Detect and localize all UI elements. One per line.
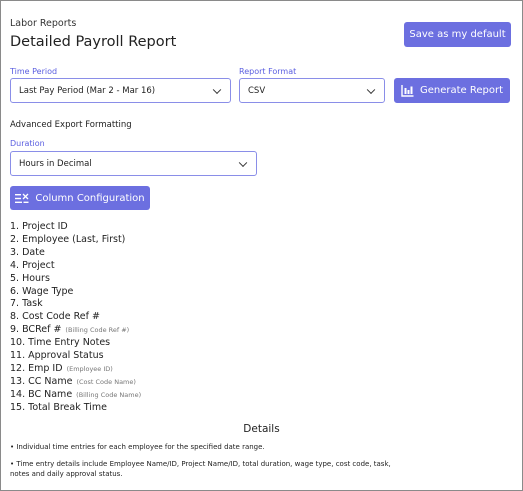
list-item: 4. Project	[10, 259, 55, 271]
chevron-down-icon	[366, 85, 376, 94]
duration-value: Hours in Decimal	[19, 158, 92, 169]
time-period-value: Last Pay Period (Mar 2 - Mar 16)	[19, 85, 156, 96]
details-bullet: • Individual time entries for each emplo…	[10, 443, 265, 451]
save-as-default-label: Save as my default	[409, 29, 506, 40]
list-item: 11. Approval Status	[10, 350, 104, 362]
list-item: 8. Cost Code Ref #	[10, 311, 100, 323]
list-item: 13. CC Name (Cost Code Name)	[10, 375, 136, 387]
list-item: 14. BC Name (Billing Code Name)	[10, 388, 142, 400]
list-item: 12. Emp ID (Employee ID)	[10, 362, 113, 374]
list-item: 9. BCRef # (Billing Code Ref #)	[10, 324, 130, 336]
breadcrumb: Labor Reports	[10, 18, 77, 29]
generate-report-label: Generate Report	[419, 85, 504, 96]
column-list: 1. Project ID 2. Employee (Last, First) …	[10, 221, 141, 415]
chevron-down-icon	[212, 85, 222, 94]
time-period-select[interactable]: Last Pay Period (Mar 2 - Mar 16)	[10, 78, 231, 103]
report-format-select[interactable]: CSV	[239, 78, 385, 103]
page-title: Detailed Payroll Report	[10, 34, 177, 50]
list-item: 10. Time Entry Notes	[10, 337, 111, 349]
chevron-down-icon	[238, 158, 248, 167]
duration-label: Duration	[10, 139, 45, 148]
save-as-default-button[interactable]: Save as my default	[404, 22, 511, 47]
generate-report-button[interactable]: Generate Report	[394, 78, 510, 103]
column-configuration-label: Column Configuration	[35, 192, 145, 204]
report-format-label: Report Format	[239, 67, 297, 76]
advanced-export-heading: Advanced Export Formatting	[10, 120, 132, 130]
column-settings-icon	[15, 193, 29, 203]
list-item-note: (Employee ID)	[66, 364, 113, 373]
list-item: 2. Employee (Last, First)	[10, 233, 126, 245]
list-item: 6. Wage Type	[10, 285, 74, 297]
details-heading: Details	[243, 423, 280, 435]
list-item-note: (Cost Code Name)	[76, 377, 136, 386]
list-item: 15. Total Break Time	[10, 401, 107, 413]
list-item: 3. Date	[10, 246, 45, 258]
bar-chart-icon	[401, 84, 414, 97]
list-item: 1. Project ID	[10, 221, 68, 232]
list-item-note: (Billing Code Name)	[76, 390, 142, 399]
duration-select[interactable]: Hours in Decimal	[10, 151, 257, 176]
details-bullet: • Time entry details include Employee Na…	[10, 460, 391, 478]
list-item-note: (Billing Code Ref #)	[65, 326, 130, 335]
time-period-label: Time Period	[10, 67, 58, 76]
report-format-value: CSV	[248, 85, 266, 96]
column-configuration-button[interactable]: Column Configuration	[10, 186, 150, 210]
list-item: 7. Task	[10, 298, 43, 310]
list-item: 5. Hours	[10, 272, 50, 284]
